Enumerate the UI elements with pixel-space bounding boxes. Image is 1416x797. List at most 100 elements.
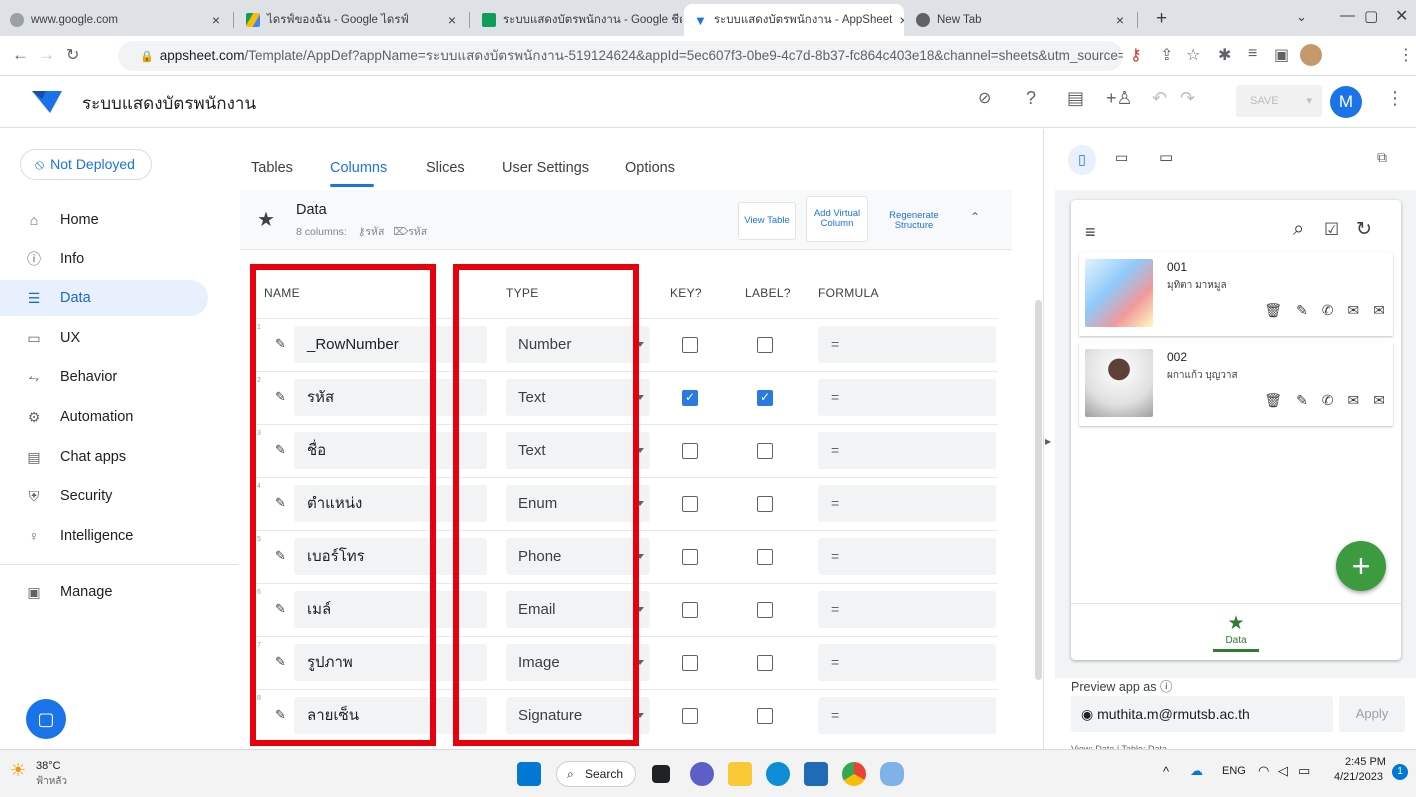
wifi-icon[interactable]: ◠ (1258, 763, 1269, 779)
search-icon[interactable]: ⌕ (1293, 218, 1304, 241)
sidebar-item-automation[interactable]: ⚙ Automation (0, 399, 208, 435)
record-card[interactable]: 001 มุทิตา มาหมูล 🗑 ✎ ✆ ✉ ✉ (1079, 252, 1393, 336)
new-tab-button[interactable]: + (1156, 8, 1167, 30)
clock-date[interactable]: 4/21/2023 (1334, 771, 1383, 783)
browser-tab-drive[interactable]: ไดรฟ์ของฉัน - Google ไดรฟ์ × (236, 4, 466, 36)
key-checkbox[interactable] (682, 655, 698, 671)
phone-icon[interactable]: ✆ (1322, 302, 1334, 319)
formula-field[interactable]: = (818, 591, 996, 628)
browser-tab-newtab[interactable]: New Tab × (906, 4, 1134, 36)
sidebar-item-chat-apps[interactable]: ▤ Chat apps (0, 439, 208, 475)
desktop-device-icon[interactable]: ▭ (1159, 148, 1173, 166)
add-user-icon[interactable]: +♙ (1106, 88, 1133, 109)
windows-start-icon[interactable] (517, 762, 541, 786)
preview-email-input[interactable]: ◉ muthita.m@rmutsb.ac.th (1071, 696, 1333, 732)
close-tab-icon[interactable]: × (899, 12, 904, 28)
key-checkbox[interactable] (682, 443, 698, 459)
more-icon[interactable]: ⋮ (1386, 88, 1404, 109)
sidebar-item-info[interactable]: ⓘ Info (0, 241, 208, 277)
nav-item-data[interactable]: ★ Data (1211, 612, 1261, 652)
chrome-icon[interactable] (842, 762, 866, 786)
label-checkbox[interactable] (757, 655, 773, 671)
sidebar-item-security[interactable]: ⛨ Security (0, 478, 208, 514)
edge-icon[interactable] (766, 762, 790, 786)
add-virtual-column-button[interactable]: Add Virtual Column (806, 196, 868, 242)
table-header-card[interactable]: ★ Data 8 columns: ⚷รหัส ⌦รหัส View Table… (240, 190, 1012, 250)
chat-fab-button[interactable]: ▢ (26, 699, 66, 739)
apply-button[interactable]: Apply (1339, 696, 1405, 732)
key-icon[interactable]: ⚷ (1130, 45, 1142, 65)
edit-icon[interactable]: ✎ (1296, 302, 1308, 319)
weather-temp[interactable]: 38°C (36, 760, 61, 772)
sync-icon[interactable]: ↻ (1356, 218, 1372, 241)
formula-field[interactable]: = (818, 644, 996, 681)
open-new-window-icon[interactable]: ⧉ (1377, 149, 1387, 166)
tablet-device-icon[interactable]: ▭ (1115, 149, 1128, 166)
key-checkbox[interactable]: ✓ (682, 390, 698, 406)
show-hidden-icons[interactable]: ^ (1163, 764, 1169, 779)
vertical-scrollbar[interactable] (1035, 300, 1042, 680)
battery-icon[interactable]: ▭ (1298, 763, 1310, 779)
task-view-icon[interactable] (652, 765, 670, 783)
tab-tables[interactable]: Tables (251, 160, 293, 176)
label-checkbox[interactable] (757, 549, 773, 565)
onedrive-icon[interactable]: ☁ (1190, 763, 1203, 779)
sidebar-item-intelligence[interactable]: ♀ Intelligence (0, 518, 208, 554)
sidebar-item-manage[interactable]: ▣ Manage (0, 574, 208, 610)
deploy-status-chip[interactable]: ⦸ Not Deployed (20, 149, 152, 180)
collapse-icon[interactable]: ⌃ (970, 210, 980, 224)
key-checkbox[interactable] (682, 602, 698, 618)
label-checkbox[interactable] (757, 337, 773, 353)
file-explorer-icon[interactable] (728, 762, 752, 786)
formula-field[interactable]: = (818, 485, 996, 522)
browser-tab-sheets[interactable]: ระบบแสดงบัตรพนักงาน - Google ชีต × (472, 4, 682, 36)
panel-divider[interactable] (1043, 129, 1044, 749)
close-tab-icon[interactable]: × (212, 12, 220, 28)
sms-icon[interactable]: ✉ (1348, 302, 1360, 319)
avatar[interactable]: M (1330, 86, 1362, 118)
tab-options[interactable]: Options (625, 160, 675, 176)
reload-icon[interactable]: ↻ (66, 45, 79, 65)
redo-icon[interactable]: ↷ (1180, 88, 1195, 109)
tab-user-settings[interactable]: User Settings (502, 160, 589, 176)
paint-icon[interactable] (880, 762, 904, 786)
tab-columns[interactable]: Columns (330, 160, 387, 176)
share-icon[interactable]: ⇪ (1160, 45, 1173, 65)
formula-field[interactable]: = (818, 538, 996, 575)
notification-badge[interactable]: 1 (1392, 764, 1408, 780)
sms-icon[interactable]: ✉ (1348, 392, 1360, 409)
clock-time[interactable]: 2:45 PM (1345, 756, 1386, 768)
sidebar-item-data[interactable]: ☰ Data (0, 280, 208, 316)
profile-icon[interactable] (1300, 44, 1322, 66)
delete-icon[interactable]: 🗑 (1264, 302, 1282, 319)
formula-field[interactable]: = (818, 326, 996, 363)
volume-icon[interactable]: ◁ (1278, 763, 1288, 779)
view-table-button[interactable]: View Table (738, 202, 796, 240)
label-checkbox[interactable] (757, 708, 773, 724)
mobile-device-icon[interactable]: ▯ (1068, 145, 1096, 175)
restore-icon[interactable]: ▢ (1364, 7, 1378, 25)
label-checkbox[interactable]: ✓ (757, 390, 773, 406)
weather-desc[interactable]: ฟ้าหลัว (36, 774, 67, 789)
label-checkbox[interactable] (757, 443, 773, 459)
editor-icon[interactable]: ▤ (1067, 88, 1084, 109)
close-tab-icon[interactable]: × (448, 12, 456, 28)
phone-icon[interactable]: ✆ (1322, 392, 1334, 409)
regenerate-structure-button[interactable]: Regenerate Structure (876, 202, 952, 240)
sidepanel-icon[interactable]: ▣ (1274, 45, 1289, 65)
formula-field[interactable]: = (818, 697, 996, 734)
label-checkbox[interactable] (757, 602, 773, 618)
url-field[interactable]: 🔒 appsheet.com/Template/AppDef?appName=ระ… (118, 41, 1123, 71)
back-icon[interactable]: ← (12, 45, 29, 65)
select-icon[interactable]: ☑ (1324, 220, 1339, 240)
key-checkbox[interactable] (682, 337, 698, 353)
email-icon[interactable]: ✉ (1373, 392, 1385, 409)
close-window-icon[interactable]: ✕ (1395, 6, 1408, 26)
key-checkbox[interactable] (682, 708, 698, 724)
edit-icon[interactable]: ✎ (1296, 392, 1308, 409)
star-icon[interactable]: ★ (257, 207, 275, 232)
email-icon[interactable]: ✉ (1373, 302, 1385, 319)
add-record-fab[interactable]: + (1336, 541, 1386, 591)
menu-icon[interactable]: ≡ (1085, 222, 1096, 243)
help-icon[interactable]: ? (1026, 88, 1036, 109)
